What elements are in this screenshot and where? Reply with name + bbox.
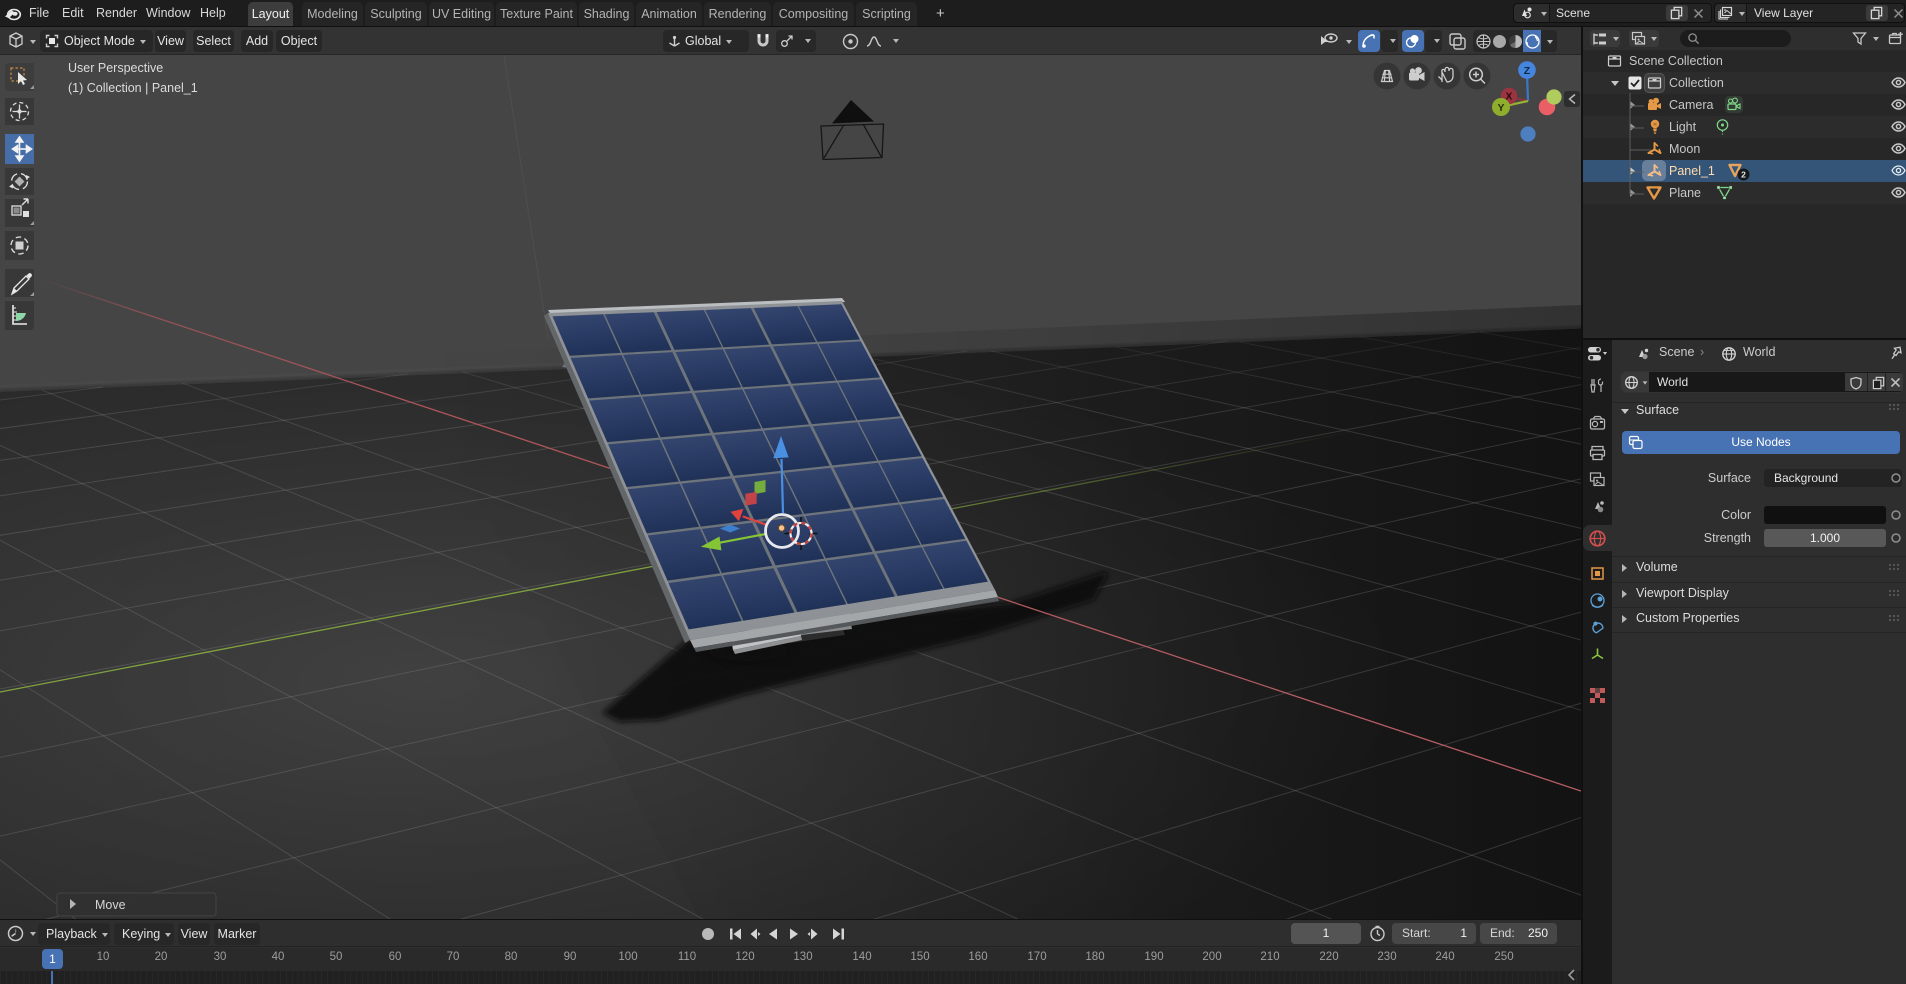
svg-text:Z: Z xyxy=(1524,65,1531,77)
svg-text:Y: Y xyxy=(1497,102,1504,114)
svg-text:2: 2 xyxy=(1741,170,1746,180)
svg-text:(1) Collection | Panel_1: (1) Collection | Panel_1 xyxy=(68,81,198,95)
svg-text:Move: Move xyxy=(95,898,126,912)
svg-text:User Perspective: User Perspective xyxy=(68,61,163,75)
